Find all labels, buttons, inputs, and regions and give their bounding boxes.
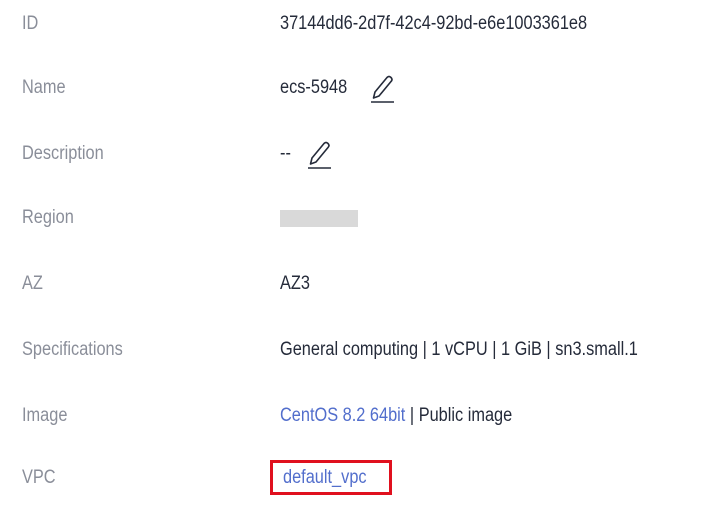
detail-row-region: Region (0, 198, 720, 238)
detail-row-az: AZ AZ3 (0, 264, 720, 304)
vpc-label: VPC (22, 467, 56, 488)
az-label: AZ (22, 273, 43, 294)
description-label: Description (22, 143, 104, 164)
specifications-value: General computing | 1 vCPU | 1 GiB | sn3… (280, 339, 638, 360)
edit-description-pencil-icon[interactable] (306, 137, 332, 171)
image-type: Public image (418, 405, 513, 426)
edit-name-pencil-icon[interactable] (369, 71, 395, 105)
detail-row-vpc: VPC default_vpc (0, 458, 720, 498)
image-value: CentOS 8.2 64bit | Public image (280, 396, 512, 436)
region-value-masked (280, 210, 358, 227)
id-label: ID (22, 13, 39, 34)
name-label: Name (22, 77, 66, 98)
specifications-label: Specifications (22, 339, 123, 360)
name-value: ecs-5948 (280, 77, 348, 98)
vpc-link[interactable]: default_vpc (283, 458, 367, 498)
detail-row-specifications: Specifications General computing | 1 vCP… (0, 330, 720, 370)
detail-row-description: Description -- (0, 134, 720, 174)
az-value: AZ3 (280, 273, 310, 294)
detail-row-image: Image CentOS 8.2 64bit | Public image (0, 396, 720, 436)
description-value: -- (280, 143, 291, 164)
detail-row-name: Name ecs-5948 (0, 68, 720, 108)
detail-row-id: ID 37144dd6-2d7f-42c4-92bd-e6e1003361e8 (0, 4, 720, 44)
image-link[interactable]: CentOS 8.2 64bit (280, 405, 405, 426)
image-separator: | (405, 405, 419, 426)
region-label: Region (22, 207, 74, 228)
image-label: Image (22, 405, 68, 426)
id-value: 37144dd6-2d7f-42c4-92bd-e6e1003361e8 (280, 13, 588, 34)
